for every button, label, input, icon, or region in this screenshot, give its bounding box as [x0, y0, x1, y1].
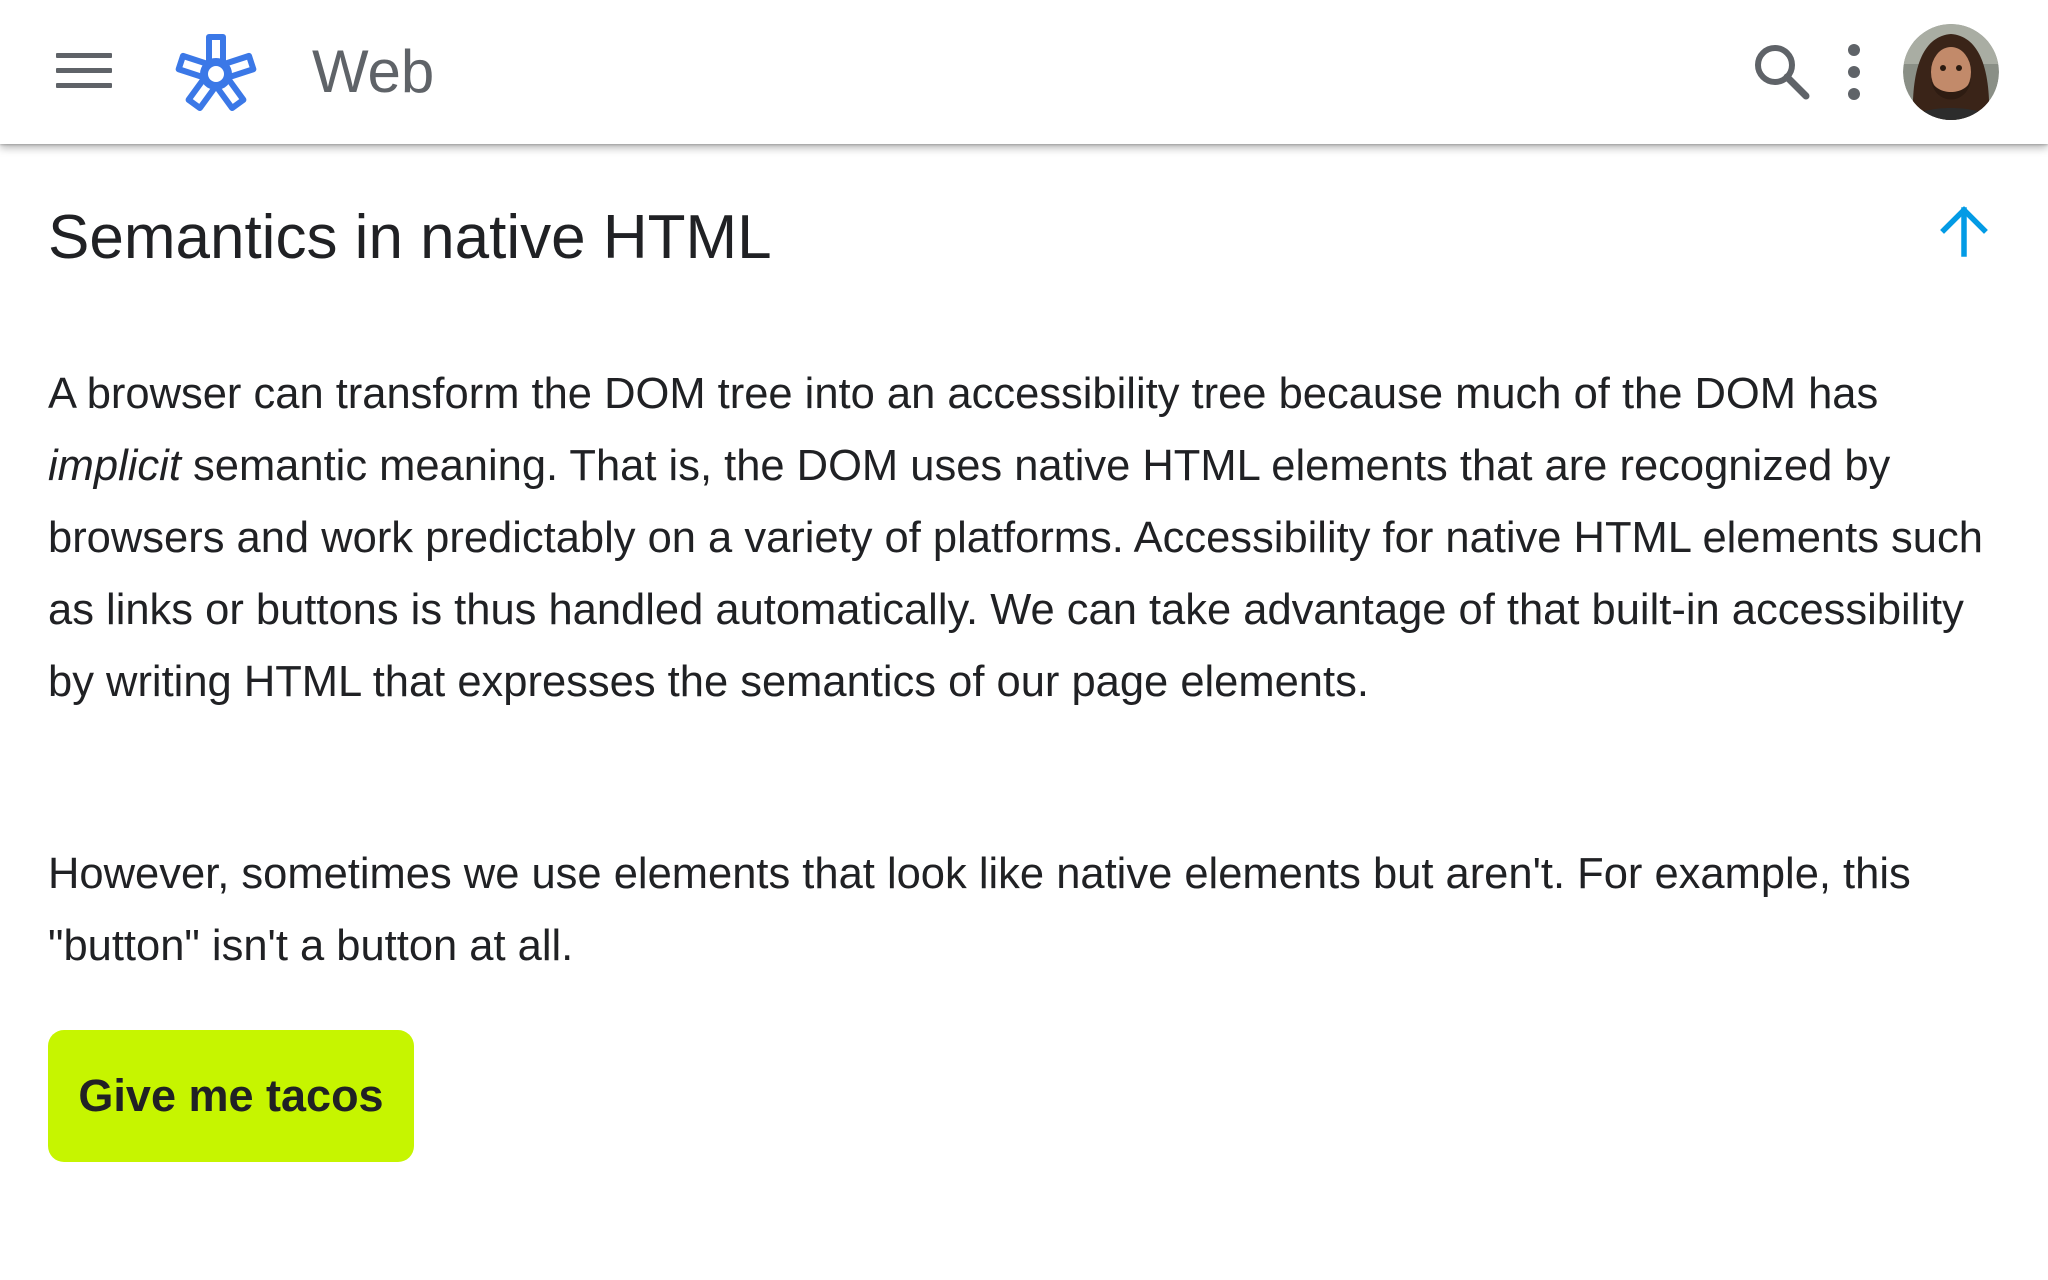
- section-heading: Semantics in native HTML: [48, 203, 772, 272]
- menu-button[interactable]: [44, 42, 124, 102]
- app-title: Web: [312, 38, 435, 105]
- paragraph-text: A browser can transform the DOM tree int…: [48, 370, 1879, 418]
- emphasis-implicit: implicit: [48, 442, 181, 490]
- app-bar: Web: [0, 0, 2048, 144]
- hamburger-menu-icon-bar: [56, 68, 112, 73]
- arrow-upward-icon[interactable]: [1932, 200, 1996, 264]
- asterisk-logo-icon[interactable]: [172, 30, 260, 118]
- user-avatar[interactable]: [1903, 24, 1999, 120]
- give-me-tacos-fake-button[interactable]: Give me tacos: [48, 1030, 414, 1162]
- paragraph-non-native: However, sometimes we use elements that …: [48, 850, 1911, 970]
- paragraph-accessibility-tree: A browser can transform the DOM tree int…: [48, 358, 2000, 718]
- hamburger-menu-icon-bar: [56, 83, 112, 88]
- more-vert-icon[interactable]: [1836, 38, 1872, 106]
- paragraph-text: semantic meaning. That is, the DOM uses …: [48, 442, 1983, 706]
- search-icon[interactable]: [1748, 38, 1816, 106]
- hamburger-menu-icon: [56, 53, 112, 58]
